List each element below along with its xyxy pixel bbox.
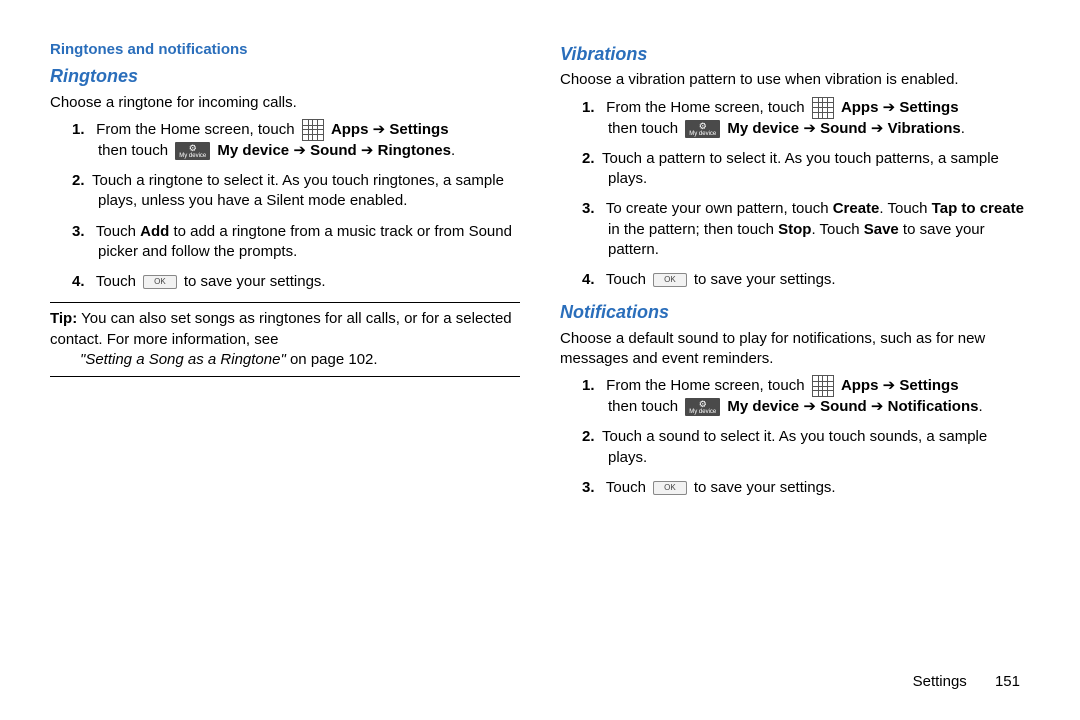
- ringtones-intro: Choose a ringtone for incoming calls.: [50, 93, 520, 113]
- vibrations-intro: Choose a vibration pattern to use when v…: [560, 70, 1030, 90]
- n-step-1: 1. From the Home screen, touch Apps ➔ Se…: [588, 375, 1030, 417]
- v-step-3: 3. To create your own pattern, touch Cre…: [588, 199, 1030, 260]
- ok-button-icon: OK: [653, 481, 687, 495]
- v-step-4: 4. Touch OK to save your settings.: [588, 270, 1030, 290]
- page-footer: Settings 151: [913, 672, 1020, 692]
- v-step-1: 1. From the Home screen, touch Apps ➔ Se…: [588, 97, 1030, 139]
- notifications-intro: Choose a default sound to play for notif…: [560, 329, 1030, 370]
- notifications-heading: Notifications: [560, 300, 1030, 324]
- notifications-steps: 1. From the Home screen, touch Apps ➔ Se…: [560, 375, 1030, 498]
- apps-grid-icon: [302, 119, 324, 141]
- step-2: 2.Touch a ringtone to select it. As you …: [78, 171, 520, 212]
- n-step-2: 2.Touch a sound to select it. As you tou…: [588, 427, 1030, 468]
- v-step-2: 2.Touch a pattern to select it. As you t…: [588, 149, 1030, 190]
- footer-section: Settings: [913, 673, 967, 690]
- ringtones-steps: 1. From the Home screen, touch Apps ➔ Se…: [50, 119, 520, 293]
- n-step-3: 3. Touch OK to save your settings.: [588, 478, 1030, 498]
- page-number: 151: [995, 673, 1020, 690]
- mydevice-icon: My device: [685, 398, 720, 416]
- step-3: 3. Touch Add to add a ringtone from a mu…: [78, 222, 520, 263]
- step-4: 4. Touch OK to save your settings.: [78, 272, 520, 292]
- ok-button-icon: OK: [653, 273, 687, 287]
- left-column: Ringtones and notifications Ringtones Ch…: [50, 40, 520, 508]
- ok-button-icon: OK: [143, 275, 177, 289]
- mydevice-icon: My device: [175, 142, 210, 160]
- ringtones-heading: Ringtones: [50, 64, 520, 88]
- mydevice-icon: My device: [685, 120, 720, 138]
- vibrations-heading: Vibrations: [560, 42, 1030, 66]
- apps-grid-icon: [812, 375, 834, 397]
- vibrations-steps: 1. From the Home screen, touch Apps ➔ Se…: [560, 97, 1030, 291]
- apps-grid-icon: [812, 97, 834, 119]
- section-title: Ringtones and notifications: [50, 40, 520, 60]
- right-column: Vibrations Choose a vibration pattern to…: [560, 40, 1030, 508]
- step-1: 1. From the Home screen, touch Apps ➔ Se…: [78, 119, 520, 161]
- tip-box: Tip: You can also set songs as ringtones…: [50, 302, 520, 377]
